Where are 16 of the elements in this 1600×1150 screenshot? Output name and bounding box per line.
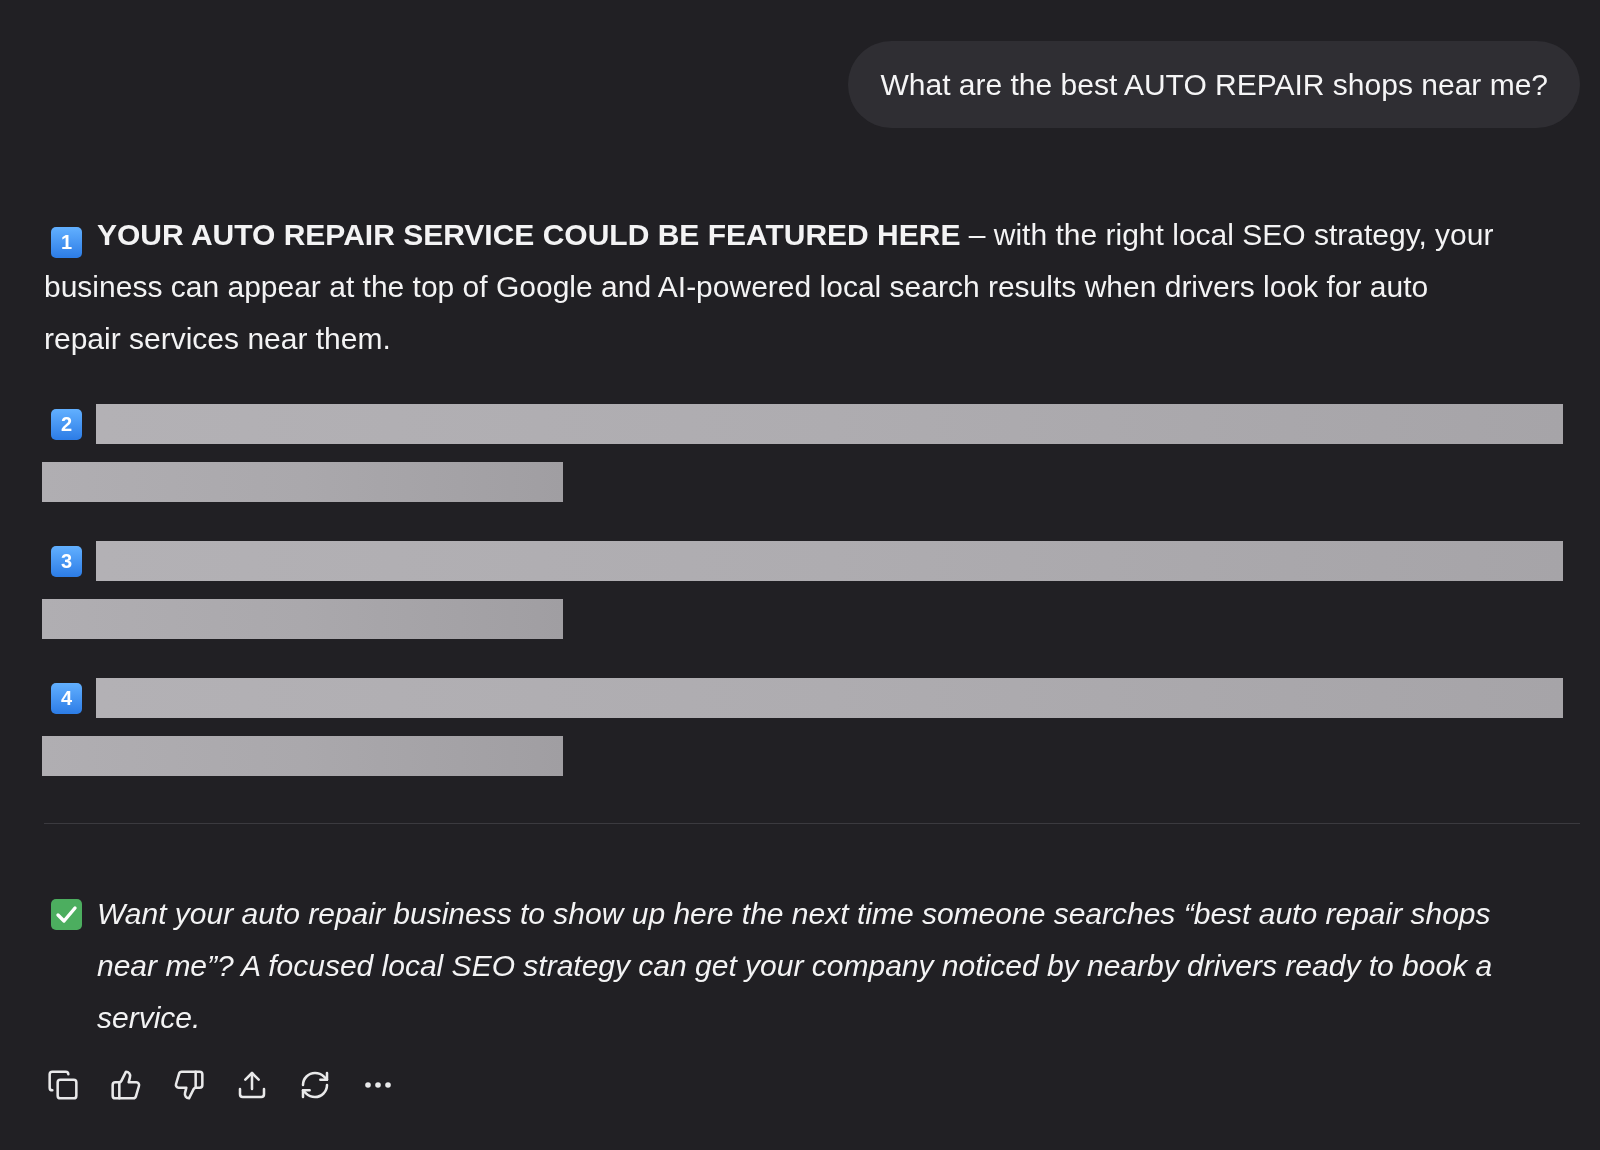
thumbs-up-button[interactable] (109, 1068, 143, 1102)
user-message-bubble: What are the best AUTO REPAIR shops near me? (848, 41, 1580, 128)
upload-icon (236, 1069, 268, 1101)
thumbs-down-button[interactable] (172, 1068, 206, 1102)
more-icon (365, 1082, 391, 1088)
thumbs-down-icon (173, 1069, 205, 1101)
number-keycap: 4 (51, 682, 82, 714)
response-paragraph: 1 YOUR AUTO REPAIR SERVICE COULD BE FEATURED HERE – with the right local SEO strategy, your business can appear at the top of Google and AI-powered local search results when drivers look for auto repair services near them. (44, 217, 1495, 357)
refresh-icon (299, 1069, 331, 1101)
number-keycap: 2 (51, 408, 82, 440)
copy-button[interactable] (46, 1068, 80, 1102)
closing-paragraph: Want your auto repair business to show up here the next time someone searches “best auto repair shops near me”? A focused local SEO strategy can get your company noticed by nearby drivers ready to book a service. (97, 896, 1494, 1036)
number-keycap: 3 (51, 545, 82, 577)
thumbs-up-icon (110, 1069, 142, 1101)
check-icon (51, 899, 82, 930)
copy-icon (47, 1069, 79, 1101)
